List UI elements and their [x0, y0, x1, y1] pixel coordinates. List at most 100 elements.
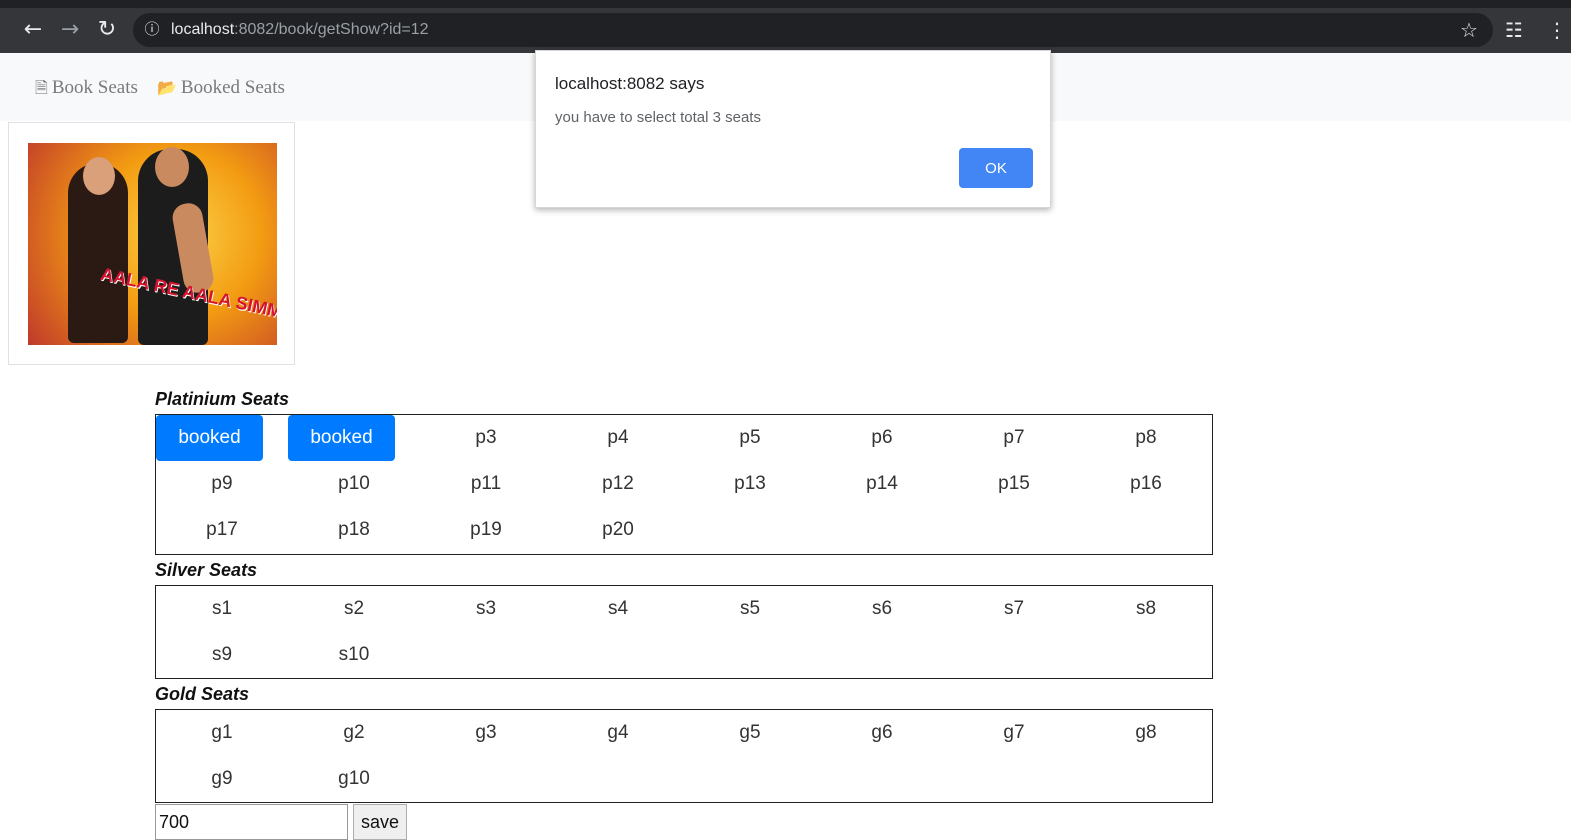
seat-label: p13 [734, 473, 766, 494]
seat-label: s8 [1135, 598, 1157, 619]
movie-poster-image: AALA RE AALA SIMMBA AALA [28, 143, 277, 345]
seat[interactable]: g1 [156, 710, 288, 756]
seat-label: g1 [211, 722, 233, 743]
seat[interactable]: p14 [816, 461, 948, 507]
seat-label: g4 [607, 722, 629, 743]
booked-seat-button[interactable]: booked [156, 415, 263, 461]
seat[interactable]: s10 [288, 632, 420, 678]
seat-label: g6 [871, 722, 893, 743]
poster-face-right [155, 147, 189, 187]
seat[interactable]: p6 [816, 415, 948, 461]
seat[interactable]: g8 [1080, 710, 1212, 756]
seat-label: p17 [206, 519, 238, 540]
seat[interactable]: s8 [1080, 586, 1212, 632]
nav-booked-seats-label: Booked Seats [180, 77, 285, 98]
seat-label: s10 [338, 644, 370, 665]
dialog-ok-button[interactable]: OK [959, 148, 1033, 188]
seat[interactable]: p12 [552, 461, 684, 507]
seat[interactable]: p10 [288, 461, 420, 507]
nav-booked-seats[interactable]: 📂 Booked Seats [157, 77, 285, 99]
seat[interactable]: p7 [948, 415, 1080, 461]
seat-label: p7 [1003, 427, 1025, 448]
total-amount-input[interactable] [155, 804, 348, 840]
section-title-platinium: Platinium Seats [155, 389, 290, 409]
movie-poster-card: AALA RE AALA SIMMBA AALA [8, 122, 295, 365]
seat-label: p3 [475, 427, 497, 448]
address-bar[interactable]: ⓘ localhost:8082/book/getShow?id=12 [133, 13, 1493, 47]
seat[interactable]: s3 [420, 586, 552, 632]
alert-dialog: localhost:8082 says you have to select t… [535, 50, 1051, 208]
seat[interactable]: p20 [552, 507, 684, 553]
seat-label: p10 [338, 473, 370, 494]
seat-box-silver: s1 s2 s3 s4 s5 s6 s7 s8 s9 s10 [155, 585, 1213, 679]
seat[interactable]: s2 [288, 586, 420, 632]
seat[interactable]: p18 [288, 507, 420, 553]
seat[interactable]: p19 [420, 507, 552, 553]
seat[interactable]: p16 [1080, 461, 1212, 507]
seat-label: g9 [211, 768, 233, 789]
save-button[interactable]: save [353, 804, 407, 840]
dialog-title: localhost:8082 says [555, 74, 705, 93]
kebab-menu-icon[interactable]: ⋮ [1547, 18, 1567, 42]
seat[interactable]: s1 [156, 586, 288, 632]
seat[interactable]: p11 [420, 461, 552, 507]
back-icon[interactable]: ← [19, 16, 47, 44]
seat[interactable]: s5 [684, 586, 816, 632]
star-icon[interactable]: ☆ [1460, 18, 1478, 42]
seat-label: p6 [871, 427, 893, 448]
seat-box-platinium: booked booked p3 p4 p5 p6 p7 p8 p9 p10 p11 p12 p13 p1… [155, 414, 1213, 555]
seat-label: s9 [211, 644, 233, 665]
seat-label: p14 [866, 473, 898, 494]
seat[interactable]: p8 [1080, 415, 1212, 461]
seat[interactable]: g7 [948, 710, 1080, 756]
seat[interactable]: g5 [684, 710, 816, 756]
seat[interactable]: p3 [420, 415, 552, 461]
seat[interactable]: s9 [156, 632, 288, 678]
browser-toolbar: ← → ↻ ⓘ localhost:8082/book/getShow?id=1… [0, 0, 1571, 53]
seat[interactable]: p15 [948, 461, 1080, 507]
seat[interactable]: g3 [420, 710, 552, 756]
seat-grid-platinium: booked booked p3 p4 p5 p6 p7 p8 p9 p10 p11 p12 p13 p1… [156, 415, 1212, 553]
booked-seat-button[interactable]: booked [288, 415, 395, 461]
nav-book-seats[interactable]: 🗎 Book Seats [35, 77, 138, 104]
seat[interactable]: g4 [552, 710, 684, 756]
incognito-icon[interactable]: ☷ [1505, 18, 1523, 42]
seat-label: p15 [998, 473, 1030, 494]
seat-label: g3 [475, 722, 497, 743]
seat[interactable]: g2 [288, 710, 420, 756]
seat-label: s1 [211, 598, 233, 619]
seat[interactable]: s7 [948, 586, 1080, 632]
seat[interactable]: p4 [552, 415, 684, 461]
section-title-silver: Silver Seats [155, 560, 258, 580]
seat-grid-gold: g1 g2 g3 g4 g5 g6 g7 g8 g9 g10 [156, 710, 1212, 802]
seat-label: p4 [607, 427, 629, 448]
seat[interactable]: p13 [684, 461, 816, 507]
section-title-gold: Gold Seats [155, 684, 250, 704]
seat-label: p20 [602, 519, 634, 540]
reload-icon[interactable]: ↻ [93, 16, 121, 44]
seat[interactable]: s6 [816, 586, 948, 632]
seat-booked[interactable]: booked [156, 415, 288, 461]
seat[interactable]: g6 [816, 710, 948, 756]
info-icon[interactable]: ⓘ [143, 20, 161, 38]
forward-icon[interactable]: → [56, 16, 84, 44]
seat-label: p19 [470, 519, 502, 540]
seat-label: p11 [470, 473, 502, 494]
url-text[interactable]: localhost:8082/book/getShow?id=12 [171, 21, 429, 39]
seat-label: g8 [1135, 722, 1157, 743]
seat-booked[interactable]: booked [288, 415, 420, 461]
seat[interactable]: p9 [156, 461, 288, 507]
document-icon: 🗎 [35, 78, 48, 97]
seat[interactable]: g9 [156, 756, 288, 802]
folder-open-icon: 📂 [157, 78, 177, 97]
seat-grid-silver: s1 s2 s3 s4 s5 s6 s7 s8 s9 s10 [156, 586, 1212, 678]
seat[interactable]: s4 [552, 586, 684, 632]
seat-label: s7 [1003, 598, 1025, 619]
seat[interactable]: g10 [288, 756, 420, 802]
seat-label: p12 [602, 473, 634, 494]
seat-label: g7 [1003, 722, 1025, 743]
seat[interactable]: p17 [156, 507, 288, 553]
seat[interactable]: p5 [684, 415, 816, 461]
nav-book-seats-label: Book Seats [51, 77, 138, 98]
dialog-message: you have to select total 3 seats [555, 109, 761, 126]
